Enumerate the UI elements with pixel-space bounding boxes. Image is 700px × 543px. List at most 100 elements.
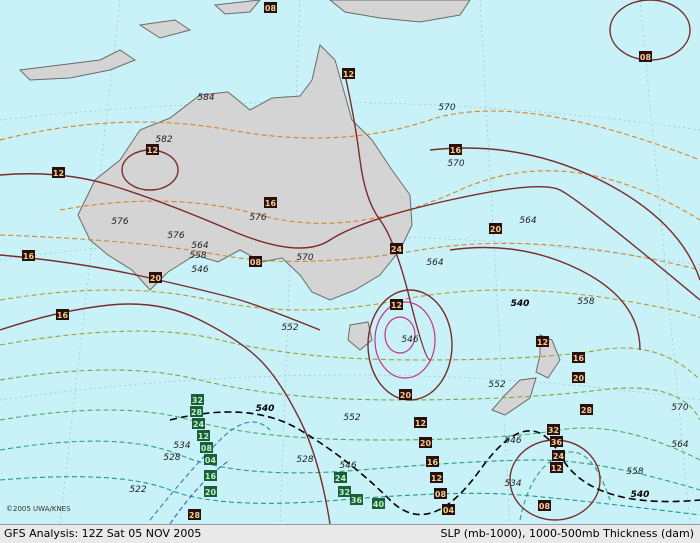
- isobar-label: 16: [204, 470, 217, 481]
- isobar-label-text: 32: [192, 396, 203, 405]
- thickness-label: 552: [488, 380, 505, 390]
- isobar-label-text: 12: [431, 474, 442, 483]
- isobar-label-text: 16: [450, 146, 462, 155]
- isobar-label-text: 16: [23, 252, 35, 261]
- isobar-label-text: 20: [150, 274, 162, 283]
- thickness-label: 570: [447, 159, 464, 169]
- map-canvas: 08 08 12 16 12 12 20 16 08 20 16 24 12 16 20 12 20 16 12 08…: [0, 0, 700, 524]
- isobar-label: 32: [191, 394, 204, 405]
- isobar-label-text: 40: [373, 500, 385, 509]
- isobar-label-text: 20: [490, 225, 502, 234]
- isobar-label: 08: [434, 488, 447, 499]
- isobar-label: 20: [399, 389, 412, 400]
- isobar-label-text: 16: [427, 458, 439, 467]
- isobar-label-text: 12: [343, 70, 354, 79]
- isobar-label-text: 12: [415, 419, 426, 428]
- isobar-label: 12: [52, 167, 65, 178]
- thickness-label: 546: [504, 436, 521, 446]
- isobar-label: 08: [639, 51, 652, 62]
- thickness-label: 564: [191, 241, 208, 251]
- isobar-label: 24: [390, 243, 403, 254]
- thickness-label: 540: [511, 299, 530, 309]
- isobar-label-text: 16: [265, 199, 277, 208]
- isobar-label: 24: [334, 472, 347, 483]
- isobar-label-text: 08: [539, 502, 551, 511]
- thickness-label: 540: [631, 490, 650, 500]
- isobar-label: 12: [197, 430, 210, 441]
- isobar-label-text: 08: [640, 53, 652, 62]
- weather-map: 08 08 12 16 12 12 20 16 08 20 16 24 12 16 20 12 20 16 12 08…: [0, 0, 700, 543]
- isobar-label: 12: [430, 472, 443, 483]
- isobar-label: 36: [350, 494, 363, 505]
- thickness-label: 558: [189, 251, 206, 261]
- isobar-label-text: 12: [391, 301, 402, 310]
- isobar-label: 28: [580, 404, 593, 415]
- isobar-label: 12: [342, 68, 355, 79]
- isobar-label: 16: [426, 456, 439, 467]
- isobar-label-text: 08: [435, 490, 447, 499]
- isobar-label-text: 24: [335, 474, 347, 483]
- isobar-label-text: 28: [189, 511, 201, 520]
- thickness-label: 576: [111, 217, 128, 227]
- analysis-time-label: GFS Analysis: 12Z Sat 05 NOV 2005: [4, 527, 202, 540]
- isobar-label: 24: [192, 418, 205, 429]
- isobar-label-text: 16: [205, 472, 217, 481]
- thickness-label: 564: [426, 258, 443, 268]
- isobar-label: 16: [449, 144, 462, 155]
- isobar-label: 16: [22, 250, 35, 261]
- isobar-label: 12: [536, 336, 549, 347]
- thickness-label: 576: [249, 213, 266, 223]
- isobar-label-text: 16: [57, 311, 69, 320]
- isobar-label-text: 24: [193, 420, 205, 429]
- isobar-label: 08: [249, 256, 262, 267]
- isobar-label-text: 24: [553, 452, 565, 461]
- thickness-label: 546: [401, 335, 418, 345]
- isobar-label: 24: [552, 450, 565, 461]
- isobar-label-text: 32: [548, 426, 559, 435]
- thickness-label: 546: [191, 265, 208, 275]
- isobar-label-text: 04: [443, 506, 455, 515]
- isobar-label-text: 12: [53, 169, 64, 178]
- isobar-label: 08: [200, 442, 213, 453]
- thickness-label: 540: [256, 404, 275, 414]
- thickness-label: 584: [197, 93, 214, 103]
- isobar-label: 12: [390, 299, 403, 310]
- isobar-label-text: 20: [573, 374, 585, 383]
- isobar-label: 20: [419, 437, 432, 448]
- isobar-label: 16: [572, 352, 585, 363]
- isobar-label: 20: [149, 272, 162, 283]
- isobar-label-text: 12: [198, 432, 209, 441]
- thickness-label: 534: [173, 441, 190, 451]
- isobar-label-text: 08: [265, 4, 277, 13]
- isobar-label: 20: [572, 372, 585, 383]
- thickness-label: 570: [671, 403, 688, 413]
- thickness-label: 528: [296, 455, 313, 465]
- isobar-label: 16: [264, 197, 277, 208]
- thickness-label: 570: [438, 103, 455, 113]
- isobar-label-text: 16: [573, 354, 585, 363]
- thickness-label: 546: [339, 461, 356, 471]
- isobar-label-text: 04: [205, 456, 217, 465]
- thickness-label: 522: [129, 485, 146, 495]
- isobar-label-text: 20: [420, 439, 432, 448]
- isobar-label-text: 12: [537, 338, 548, 347]
- thickness-label: 552: [343, 413, 360, 423]
- isobar-label-text: 36: [351, 496, 363, 505]
- isobar-label-text: 08: [201, 444, 213, 453]
- isobar-label-text: 12: [147, 146, 158, 155]
- isobar-label: 36: [550, 436, 563, 447]
- isobar-label: 12: [146, 144, 159, 155]
- thickness-label: 564: [519, 216, 536, 226]
- isobar-label: 32: [338, 486, 351, 497]
- isobar-label: 04: [442, 504, 455, 515]
- isobar-label: 20: [489, 223, 502, 234]
- isobar-label: 28: [190, 406, 203, 417]
- thickness-label: 558: [626, 467, 643, 477]
- isobar-label-text: 36: [551, 438, 563, 447]
- isobar-label: 28: [188, 509, 201, 520]
- isobar-label: 12: [550, 462, 563, 473]
- isobar-label: 16: [56, 309, 69, 320]
- map-legend-label: SLP (mb-1000), 1000-500mb Thickness (dam…: [440, 527, 694, 540]
- thickness-label: 564: [671, 440, 688, 450]
- isobar-label-text: 12: [551, 464, 562, 473]
